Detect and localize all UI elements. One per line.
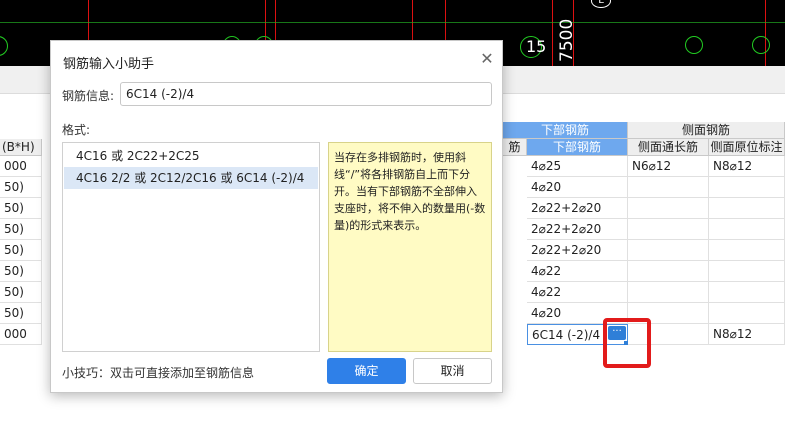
table-cell[interactable]: 000 [0, 324, 42, 345]
header-lower-rebar: 下部钢筋 [527, 139, 628, 156]
table-cell[interactable]: 50) [0, 219, 42, 240]
table-cell[interactable] [709, 282, 785, 303]
cancel-button[interactable]: 取消 [413, 358, 492, 384]
cad-axis-line [552, 0, 553, 66]
table-cell[interactable] [709, 219, 785, 240]
header-side-long: 侧面通长筋 [628, 139, 709, 156]
table-cell[interactable] [628, 303, 709, 324]
table-cell[interactable]: 50) [0, 261, 42, 282]
table-cell[interactable] [628, 219, 709, 240]
rebar-info-label: 钢筋信息: [62, 89, 115, 103]
cad-label-15: 15 [526, 37, 547, 56]
rebar-helper-button[interactable]: ··· [608, 326, 626, 340]
header-side-rebar-group: 侧面钢筋 [628, 122, 785, 139]
cad-label-7500: 7500 [557, 18, 577, 62]
table-cell[interactable] [628, 177, 709, 198]
cad-axis-circle [0, 36, 8, 56]
ok-button[interactable]: 确定 [327, 358, 406, 384]
header-lower-rebar-group: 下部钢筋 [503, 122, 628, 139]
header-bh: (B*H) [0, 139, 42, 156]
table-cell[interactable] [628, 282, 709, 303]
table-cell[interactable]: 000 [0, 156, 42, 177]
cell-resize-handle[interactable] [624, 341, 628, 345]
rebar-info-input[interactable]: 6C14 (-2)/4 [120, 82, 492, 106]
table-cell[interactable] [709, 198, 785, 219]
table-cell[interactable]: N8⌀12 [709, 156, 785, 177]
format-option-selected[interactable]: 4C16 2/2 或 2C12/2C16 或 6C14 (-2)/4 [64, 167, 318, 189]
table-cell[interactable] [628, 240, 709, 261]
table-cell[interactable]: 2⌀22+2⌀20 [527, 240, 628, 261]
table-cell[interactable]: 50) [0, 240, 42, 261]
tip-text: 小技巧：双击可直接添加至钢筋信息 [62, 366, 255, 380]
cad-axis-line [765, 0, 766, 66]
cad-grid-line [0, 22, 785, 23]
table-cell[interactable]: 4⌀22 [527, 282, 628, 303]
table-cell[interactable]: 4⌀22 [527, 261, 628, 282]
cad-badge: L [591, 0, 611, 8]
table-cell[interactable] [628, 261, 709, 282]
table-cell[interactable]: N8⌀12 [709, 324, 785, 345]
table-cell[interactable]: 4⌀20 [527, 303, 628, 324]
cad-axis-circle [685, 36, 703, 54]
format-option[interactable]: 4C16 或 2C22+2C25 [64, 145, 318, 167]
format-help-text: 当存在多排钢筋时，使用斜线“/”将各排钢筋自上而下分开。当有下部钢筋不全部伸入支… [328, 142, 492, 352]
format-label: 格式: [62, 123, 91, 137]
table-cell[interactable]: 50) [0, 303, 42, 324]
format-list[interactable]: 4C16 或 2C22+2C25 4C16 2/2 或 2C12/2C16 或 … [62, 142, 320, 352]
table-cell[interactable] [709, 303, 785, 324]
table-cell[interactable]: 50) [0, 198, 42, 219]
cad-axis-circle [752, 36, 770, 54]
table-cell[interactable] [628, 198, 709, 219]
table-cell[interactable]: N6⌀12 [628, 156, 709, 177]
table-cell[interactable]: 2⌀22+2⌀20 [527, 198, 628, 219]
dialog-title: 钢筋输入小助手 [63, 57, 155, 72]
table-cell[interactable]: 4⌀20 [527, 177, 628, 198]
rebar-input-dialog: 钢筋输入小助手 ✕ 钢筋信息: 6C14 (-2)/4 格式: 4C16 或 2… [50, 40, 503, 393]
close-icon[interactable]: ✕ [479, 51, 495, 67]
table-cell[interactable] [628, 324, 709, 345]
table-cell[interactable]: 50) [0, 177, 42, 198]
table-cell[interactable] [709, 240, 785, 261]
table-cell[interactable] [709, 261, 785, 282]
table-cell[interactable]: 4⌀25 [527, 156, 628, 177]
header-partial: 筋 [503, 139, 527, 156]
table-cell[interactable]: 2⌀22+2⌀20 [527, 219, 628, 240]
header-side-orig: 侧面原位标注 [709, 139, 785, 156]
table-cell[interactable]: 50) [0, 282, 42, 303]
table-cell[interactable] [709, 177, 785, 198]
